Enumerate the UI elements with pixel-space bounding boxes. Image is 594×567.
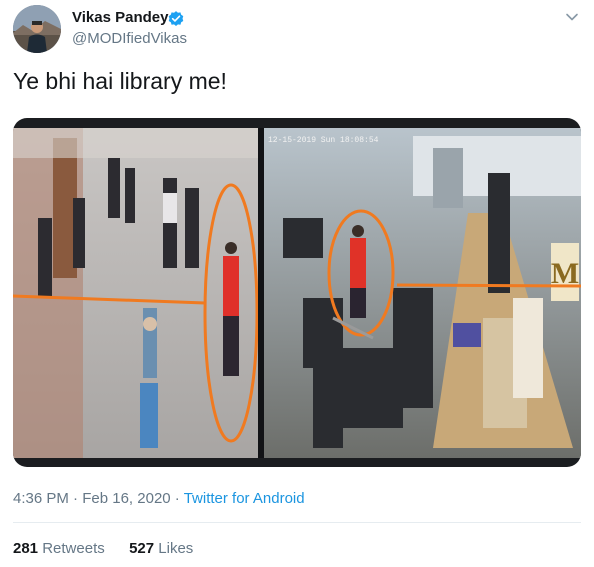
chevron-down-icon[interactable] — [565, 10, 579, 24]
display-name[interactable]: Vikas Pandey — [72, 9, 168, 26]
left-panel-street-scene — [13, 128, 259, 458]
tweet-date[interactable]: Feb 16, 2020 — [82, 490, 170, 507]
likes-label: Likes — [158, 540, 194, 557]
tweet-meta: 4:36 PM · Feb 16, 2020 · Twitter for And… — [13, 490, 305, 507]
meta-separator: · — [73, 490, 79, 507]
retweets-count: 281 — [13, 540, 39, 557]
tweet-text: Ye bhi hai library me! — [13, 68, 227, 94]
meta-separator: · — [174, 490, 180, 507]
avatar[interactable] — [13, 5, 61, 53]
avatar-image — [13, 5, 61, 53]
verified-badge-icon — [168, 11, 184, 26]
likes-stat[interactable]: 527 Likes — [129, 540, 193, 557]
tweet-time[interactable]: 4:36 PM — [13, 490, 69, 507]
tweet-stats: 281 Retweets 527 Likes — [13, 540, 193, 557]
cctv-timestamp: 12-15-2019 Sun 18:08:54 — [268, 136, 379, 145]
tweet-source-link[interactable]: Twitter for Android — [184, 490, 305, 507]
divider — [13, 522, 581, 523]
right-panel-library-cctv: M 12-15-2019 Sun 18:08:54 — [264, 128, 581, 458]
user-handle[interactable]: @MODIfiedVikas — [72, 30, 187, 47]
tweet-media[interactable]: M 12-15-2019 Sun 18:08:54 — [13, 118, 581, 467]
retweets-label: Retweets — [42, 540, 105, 557]
likes-count: 527 — [129, 540, 155, 557]
retweets-stat[interactable]: 281 Retweets — [13, 540, 105, 557]
media-image: M 12-15-2019 Sun 18:08:54 — [13, 128, 581, 458]
